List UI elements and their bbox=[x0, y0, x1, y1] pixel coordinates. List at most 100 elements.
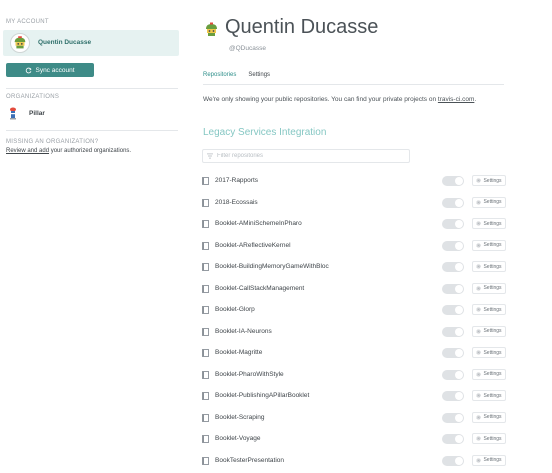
gear-icon bbox=[476, 436, 481, 441]
repository-row: Booklet-Scraping Settings bbox=[195, 409, 552, 431]
profile-name: Quentin Ducasse bbox=[225, 16, 378, 39]
repository-toggle[interactable] bbox=[442, 370, 464, 380]
repository-settings-button[interactable]: Settings bbox=[472, 218, 506, 229]
repository-settings-button[interactable]: Settings bbox=[472, 412, 506, 423]
repository-settings-button[interactable]: Settings bbox=[472, 390, 506, 401]
repository-settings-button[interactable]: Settings bbox=[472, 175, 506, 186]
repository-name[interactable]: BookTesterPresentation bbox=[215, 457, 284, 464]
missing-organization-text: Review and add your authorized organizat… bbox=[6, 148, 131, 154]
gear-icon bbox=[476, 200, 481, 205]
repository-name[interactable]: Booklet-Scraping bbox=[215, 414, 265, 421]
account-name: Quentin Ducasse bbox=[38, 39, 91, 46]
book-icon bbox=[202, 306, 209, 314]
tab-bar: Repositories Settings bbox=[203, 71, 270, 85]
repository-settings-button[interactable]: Settings bbox=[472, 304, 506, 315]
my-account-label: MY ACCOUNT bbox=[6, 19, 49, 25]
repository-name[interactable]: Booklet-PharoWithStyle bbox=[215, 371, 284, 378]
settings-label: Settings bbox=[483, 285, 501, 291]
repository-row: 2018-Ecossais Settings bbox=[195, 194, 552, 216]
repository-name[interactable]: Booklet-Glorp bbox=[215, 306, 255, 313]
repository-toggle[interactable] bbox=[442, 262, 464, 272]
repository-name[interactable]: Booklet-AMiniSchemeInPharo bbox=[215, 220, 302, 227]
account-item[interactable]: Quentin Ducasse bbox=[3, 30, 179, 56]
book-icon bbox=[202, 199, 209, 207]
repository-settings-button[interactable]: Settings bbox=[472, 283, 506, 294]
settings-label: Settings bbox=[483, 436, 501, 442]
filter-icon bbox=[207, 153, 213, 159]
toggle-knob bbox=[455, 371, 463, 379]
missing-organization-suffix: your authorized organizations. bbox=[49, 148, 131, 154]
repository-row: Booklet-Voyage Settings bbox=[195, 430, 552, 452]
repository-row: BookTesterPresentation Settings bbox=[195, 452, 552, 473]
gear-icon bbox=[476, 264, 481, 269]
review-and-add-link[interactable]: Review and add bbox=[6, 148, 49, 154]
filter-repositories-input[interactable] bbox=[217, 153, 407, 159]
repository-settings-button[interactable]: Settings bbox=[472, 369, 506, 380]
toggle-knob bbox=[455, 392, 463, 400]
mascot-avatar-icon bbox=[10, 33, 30, 53]
repository-name[interactable]: 2017-Rapports bbox=[215, 177, 258, 184]
repository-toggle[interactable] bbox=[442, 327, 464, 337]
pillar-org-icon bbox=[6, 106, 20, 120]
settings-label: Settings bbox=[483, 307, 501, 313]
toggle-knob bbox=[455, 177, 463, 185]
filter-box[interactable] bbox=[202, 149, 410, 163]
repository-toggle[interactable] bbox=[442, 284, 464, 294]
repository-toggle[interactable] bbox=[442, 198, 464, 208]
gear-icon bbox=[476, 243, 481, 248]
book-icon bbox=[202, 371, 209, 379]
public-repos-notice: We're only showing your public repositor… bbox=[203, 96, 476, 103]
repository-name[interactable]: Booklet-AReflectiveKernel bbox=[215, 242, 291, 249]
book-icon bbox=[202, 285, 209, 293]
repository-settings-button[interactable]: Settings bbox=[472, 197, 506, 208]
repository-toggle[interactable] bbox=[442, 434, 464, 444]
toggle-knob bbox=[455, 457, 463, 465]
book-icon bbox=[202, 263, 209, 271]
tab-divider bbox=[203, 84, 504, 85]
divider bbox=[6, 130, 178, 131]
settings-label: Settings bbox=[483, 457, 501, 463]
notice-suffix: . bbox=[474, 96, 476, 103]
user-avatar-icon bbox=[204, 22, 219, 37]
repository-row: Booklet-Magritte Settings bbox=[195, 344, 552, 366]
sync-account-button[interactable]: Sync account bbox=[6, 63, 94, 77]
repository-name[interactable]: 2018-Ecossais bbox=[215, 199, 258, 206]
repository-toggle[interactable] bbox=[442, 348, 464, 358]
book-icon bbox=[202, 328, 209, 336]
repository-toggle[interactable] bbox=[442, 241, 464, 251]
repository-name[interactable]: Booklet-BuildingMemoryGameWithBloc bbox=[215, 263, 329, 270]
book-icon bbox=[202, 435, 209, 443]
repository-toggle[interactable] bbox=[442, 305, 464, 315]
repository-toggle[interactable] bbox=[442, 219, 464, 229]
tab-repositories[interactable]: Repositories bbox=[203, 71, 236, 85]
repository-settings-button[interactable]: Settings bbox=[472, 455, 506, 466]
repository-name[interactable]: Booklet-Magritte bbox=[215, 349, 262, 356]
repository-settings-button[interactable]: Settings bbox=[472, 433, 506, 444]
repository-name[interactable]: Booklet-PublishingAPillarBooklet bbox=[215, 392, 309, 399]
book-icon bbox=[202, 414, 209, 422]
organization-item-pillar[interactable]: Pillar bbox=[6, 106, 45, 120]
repository-toggle[interactable] bbox=[442, 176, 464, 186]
repository-list: 2017-Rapports Settings 2018-Ecossais Set… bbox=[195, 172, 552, 473]
repository-name[interactable]: Booklet-Voyage bbox=[215, 435, 261, 442]
repository-settings-button[interactable]: Settings bbox=[472, 347, 506, 358]
tab-settings[interactable]: Settings bbox=[248, 71, 270, 84]
settings-label: Settings bbox=[483, 371, 501, 377]
gear-icon bbox=[476, 350, 481, 355]
repository-name[interactable]: Booklet-IA-Neurons bbox=[215, 328, 272, 335]
toggle-knob bbox=[455, 414, 463, 422]
repository-settings-button[interactable]: Settings bbox=[472, 261, 506, 272]
travis-ci-com-link[interactable]: travis-ci.com bbox=[438, 96, 474, 103]
divider bbox=[6, 88, 178, 89]
repository-toggle[interactable] bbox=[442, 391, 464, 401]
toggle-knob bbox=[455, 199, 463, 207]
repository-settings-button[interactable]: Settings bbox=[472, 326, 506, 337]
repository-name[interactable]: Booklet-CallStackManagement bbox=[215, 285, 304, 292]
repository-toggle[interactable] bbox=[442, 456, 464, 466]
gear-icon bbox=[476, 178, 481, 183]
gear-icon bbox=[476, 415, 481, 420]
repository-toggle[interactable] bbox=[442, 413, 464, 423]
repository-row: Booklet-Glorp Settings bbox=[195, 301, 552, 323]
repository-settings-button[interactable]: Settings bbox=[472, 240, 506, 251]
book-icon bbox=[202, 177, 209, 185]
